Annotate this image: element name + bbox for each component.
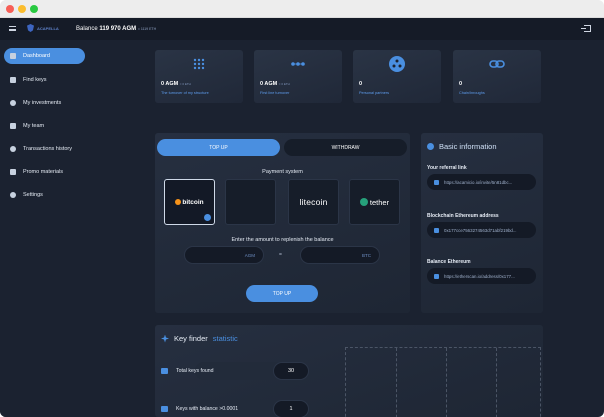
main-content: 0 AGM = 0 ETH The turnover of my structu… — [148, 40, 604, 417]
balance-sub: = 1119 ETH — [137, 27, 157, 31]
basic-information-panel: Basic information Your referral link htt… — [421, 133, 543, 313]
sidebar-item-transactions-history[interactable]: Transactions history — [4, 141, 85, 157]
stat-card-chain: 0 Chain/Inroughs — [453, 50, 541, 103]
eth-address-field[interactable]: 0x177cce7563274563d71abf219bd... — [427, 222, 536, 238]
team-icon — [389, 56, 405, 72]
payment-option-label: bitcoin — [182, 198, 204, 206]
copy-icon — [434, 227, 439, 233]
basic-information-title: Basic information — [427, 142, 497, 151]
sidebar-item-find-keys[interactable]: Find keys — [4, 72, 85, 88]
sidebar-item-promo-materials[interactable]: Promo materials — [4, 164, 85, 180]
stat-value: 0 — [459, 81, 463, 87]
sidebar-item-label: My investments — [23, 100, 62, 106]
sidebar-item-my-team[interactable]: My team — [4, 118, 85, 134]
stat-card-structure-turnover: 0 AGM = 0 ETH The turnover of my structu… — [155, 50, 243, 103]
app: ACAPELLA Balance 119 970 AGM = 1119 ETH … — [0, 18, 604, 417]
key-icon — [161, 368, 168, 374]
menu-icon[interactable] — [9, 26, 16, 31]
sidebar-item-label: Promo materials — [23, 169, 64, 175]
dashboard-icon — [10, 53, 16, 59]
external-link-icon — [434, 273, 439, 279]
topup-panel: TOP UP WITHDRAW Payment system bitcoin l… — [155, 133, 410, 313]
share-icon — [10, 169, 16, 175]
stat-label: Personal partners — [359, 91, 389, 95]
payment-option-tether[interactable]: tether — [349, 179, 400, 225]
sidebar-item-my-investments[interactable]: My investments — [4, 95, 85, 111]
sidebar-item-dashboard[interactable]: Dashboard — [4, 48, 85, 64]
btc-amount-input[interactable]: BTC — [300, 246, 380, 264]
topbar: ACAPELLA Balance 119 970 AGM = 1119 ETH — [0, 18, 604, 40]
amount-title: Enter the amount to replenish the balanc… — [231, 237, 334, 243]
share-icon — [434, 179, 439, 185]
stat-row-value: 30 — [273, 362, 309, 380]
stat-row-label: Keys with balance >0.0001 — [161, 406, 238, 412]
stat-card-personal-partners: 0 Personal partners — [353, 50, 441, 103]
stat-label: First line turnover — [260, 91, 290, 95]
topup-button[interactable]: TOP UP — [246, 285, 318, 302]
tether-icon — [359, 198, 368, 206]
stat-card-first-line-turnover: 0 AGM = 0 ETH First line turnover — [254, 50, 342, 103]
browser-window: ACAPELLA Balance 119 970 AGM = 1119 ETH … — [0, 0, 604, 417]
history-icon — [10, 146, 16, 152]
close-window-button[interactable] — [6, 5, 14, 13]
logout-icon[interactable] — [581, 25, 591, 32]
window-titlebar — [0, 0, 604, 18]
key-finder-title: Key finder statistic — [161, 334, 238, 343]
stat-value: 0 — [359, 81, 363, 87]
team-icon — [10, 123, 16, 129]
chain-icon — [291, 62, 305, 66]
equals-sign: = — [279, 252, 282, 258]
payment-option-label: litecoin — [299, 197, 328, 207]
grid-dots-icon — [193, 58, 205, 70]
stat-row-label: Total keys found — [161, 368, 214, 374]
logo-text: ACAPELLA — [37, 25, 59, 31]
key-icon — [10, 77, 16, 83]
gear-icon — [10, 192, 16, 198]
link-icon — [489, 60, 505, 68]
checkmark-icon — [204, 214, 211, 221]
bitcoin-icon — [175, 199, 182, 205]
sidebar: Dashboard Find keys My investments My te… — [0, 40, 148, 417]
logo[interactable]: ACAPELLA — [27, 24, 59, 32]
info-icon — [427, 143, 434, 150]
sidebar-item-label: Find keys — [23, 77, 47, 83]
statistic-chart-grid — [345, 347, 541, 417]
referral-link-field[interactable]: https://acamicio.io/invite/5n81dbc... — [427, 174, 536, 190]
tab-withdraw[interactable]: WITHDRAW — [284, 139, 407, 156]
shield-logo-icon — [27, 24, 34, 32]
sidebar-item-label: Transactions history — [23, 146, 73, 152]
stat-value: 0 AGM = 0 ETH — [260, 81, 290, 87]
payment-option-litecoin[interactable]: litecoin — [288, 179, 339, 225]
sidebar-item-label: Dashboard — [23, 53, 50, 59]
sidebar-item-settings[interactable]: Settings — [4, 187, 85, 203]
balance-ethereum-field[interactable]: https://etherscan.io/address/0x177... — [427, 268, 536, 284]
key-finder-statistic-panel: Key finder statistic Total keys found 30… — [155, 325, 543, 417]
stat-label: The turnover of my structure — [161, 91, 209, 95]
balance-label: Balance — [76, 26, 98, 32]
chart-icon — [161, 406, 168, 412]
minimize-window-button[interactable] — [18, 5, 26, 13]
payment-system-title: Payment system — [262, 169, 303, 175]
eth-address-label: Blockchain Ethereum address — [427, 213, 499, 219]
payment-option-bitcoin[interactable]: bitcoin — [164, 179, 215, 225]
sparkle-icon — [161, 334, 169, 343]
payment-option-empty[interactable] — [225, 179, 276, 225]
agm-amount-input[interactable]: AGM — [184, 246, 264, 264]
stat-label: Chain/Inroughs — [459, 91, 485, 95]
referral-link-label: Your referral link — [427, 165, 467, 171]
sidebar-item-label: My team — [23, 123, 45, 129]
stat-value: 0 AGM = 0 ETH — [161, 81, 191, 87]
tab-topup[interactable]: TOP UP — [157, 139, 280, 156]
balance: Balance 119 970 AGM = 1119 ETH — [76, 26, 156, 32]
balance-ethereum-label: Balance Ethereum — [427, 259, 471, 265]
payment-option-label: tether — [369, 197, 390, 207]
stat-row-value: 1 — [273, 400, 309, 417]
sidebar-item-label: Settings — [23, 192, 43, 198]
balance-value: 119 970 AGM — [99, 26, 137, 32]
maximize-window-button[interactable] — [30, 5, 38, 13]
dollar-icon — [10, 100, 16, 106]
